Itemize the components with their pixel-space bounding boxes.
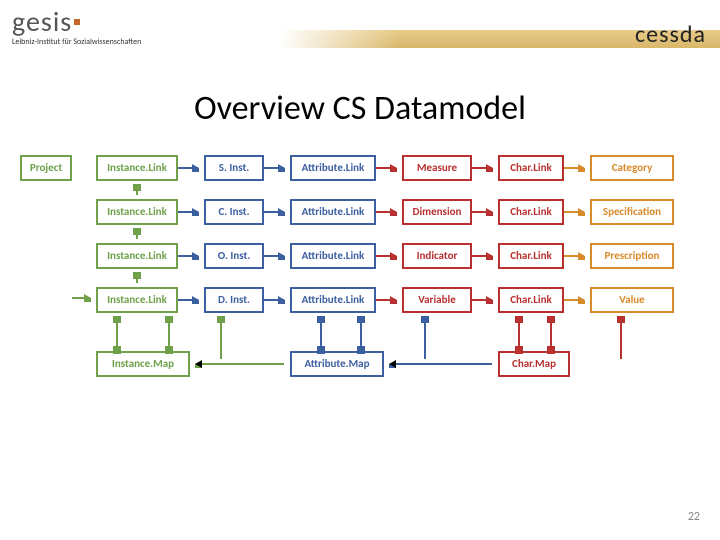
- instance-link-2: Instance.Link: [96, 199, 178, 225]
- project-box: Project: [20, 155, 72, 181]
- arrow-il3-inst3: [178, 255, 198, 257]
- source-charmap-b: [550, 347, 552, 351]
- source-attrmap-b: [360, 347, 362, 351]
- arrow-inst2-al2: [264, 211, 284, 213]
- arrow-al2-attr2: [376, 211, 396, 213]
- slide-title: Overview CS Datamodel: [0, 88, 720, 129]
- arrow-il1-inst1: [178, 167, 198, 169]
- attribute-map: Attribute.Map: [290, 351, 384, 377]
- source-attrmap-a: [320, 347, 322, 351]
- char-link-4: Char.Link: [498, 287, 564, 313]
- arrow-il4-il3: [136, 273, 138, 283]
- datamodel-diagram: Project Instance.Link S. Inst. Attribute…: [20, 155, 700, 415]
- arrow-il3-il2: [136, 229, 138, 239]
- char-link-2: Char.Link: [498, 199, 564, 225]
- arrow-al4-attr4: [376, 299, 396, 301]
- arrow-attrmap-al4-b: [360, 317, 362, 347]
- attribute-link-3: Attribute.Link: [290, 243, 376, 269]
- cessda-logo: cessda: [635, 20, 706, 49]
- arrow-charmap-attrmap: [390, 363, 492, 365]
- instance-link-1: Instance.Link: [96, 155, 178, 181]
- source-instmap-b: [168, 347, 170, 351]
- char-map: Char.Map: [498, 351, 570, 377]
- page-number: 22: [688, 510, 700, 524]
- arrow-attr4-cl4: [472, 299, 492, 301]
- arrow-attrmap-variable: [424, 317, 426, 359]
- char-specification: Specification: [590, 199, 674, 225]
- arrow-inst1-al1: [264, 167, 284, 169]
- inst-s: S. Inst.: [204, 155, 264, 181]
- arrow-il4-inst4: [178, 299, 198, 301]
- arrow-al3-attr3: [376, 255, 396, 257]
- char-link-3: Char.Link: [498, 243, 564, 269]
- char-link-1: Char.Link: [498, 155, 564, 181]
- inst-o: O. Inst.: [204, 243, 264, 269]
- arrow-cl2-char2: [564, 211, 584, 213]
- char-category: Category: [590, 155, 674, 181]
- arrow-il2-inst2: [178, 211, 198, 213]
- gesis-logo-text: gesis: [12, 4, 72, 39]
- arrow-project-to-il: [72, 297, 90, 299]
- arrow-instmap-il4-a: [116, 317, 118, 347]
- attribute-link-4: Attribute.Link: [290, 287, 376, 313]
- slide-header: gesis Leibniz-Institut für Sozialwissens…: [0, 0, 720, 58]
- gesis-logo-square-icon: [74, 19, 80, 25]
- arrow-il2-il1: [136, 185, 138, 195]
- source-instmap-a: [116, 347, 118, 351]
- instance-link-3: Instance.Link: [96, 243, 178, 269]
- arrow-charmap-cl4-b: [550, 317, 552, 347]
- attr-indicator: Indicator: [402, 243, 472, 269]
- arrow-attrmap-al4-a: [320, 317, 322, 347]
- attr-dimension: Dimension: [402, 199, 472, 225]
- arrow-charmap-value: [620, 317, 622, 359]
- inst-c: C. Inst.: [204, 199, 264, 225]
- instance-link-4: Instance.Link: [96, 287, 178, 313]
- arrow-attr2-cl2: [472, 211, 492, 213]
- attr-variable: Variable: [402, 287, 472, 313]
- attribute-link-2: Attribute.Link: [290, 199, 376, 225]
- char-value: Value: [590, 287, 674, 313]
- arrow-attr1-cl1: [472, 167, 492, 169]
- arrow-inst3-al3: [264, 255, 284, 257]
- gesis-logo: gesis Leibniz-Institut für Sozialwissens…: [12, 4, 141, 47]
- char-prescription: Prescription: [590, 243, 674, 269]
- arrow-instmap-instd: [220, 317, 222, 359]
- arrow-charmap-cl4-a: [518, 317, 520, 347]
- instance-map: Instance.Map: [96, 351, 190, 377]
- arrow-attrmap-instmap: [196, 363, 284, 365]
- arrow-cl3-char3: [564, 255, 584, 257]
- attribute-link-1: Attribute.Link: [290, 155, 376, 181]
- inst-d: D. Inst.: [204, 287, 264, 313]
- attr-measure: Measure: [402, 155, 472, 181]
- arrow-attr3-cl3: [472, 255, 492, 257]
- arrow-cl1-char1: [564, 167, 584, 169]
- arrow-cl4-char4: [564, 299, 584, 301]
- arrow-inst4-al4: [264, 299, 284, 301]
- arrow-instmap-il4-b: [168, 317, 170, 347]
- gesis-logo-subtitle: Leibniz-Institut für Sozialwissenschafte…: [12, 37, 141, 47]
- arrow-al1-attr1: [376, 167, 396, 169]
- source-charmap-a: [518, 347, 520, 351]
